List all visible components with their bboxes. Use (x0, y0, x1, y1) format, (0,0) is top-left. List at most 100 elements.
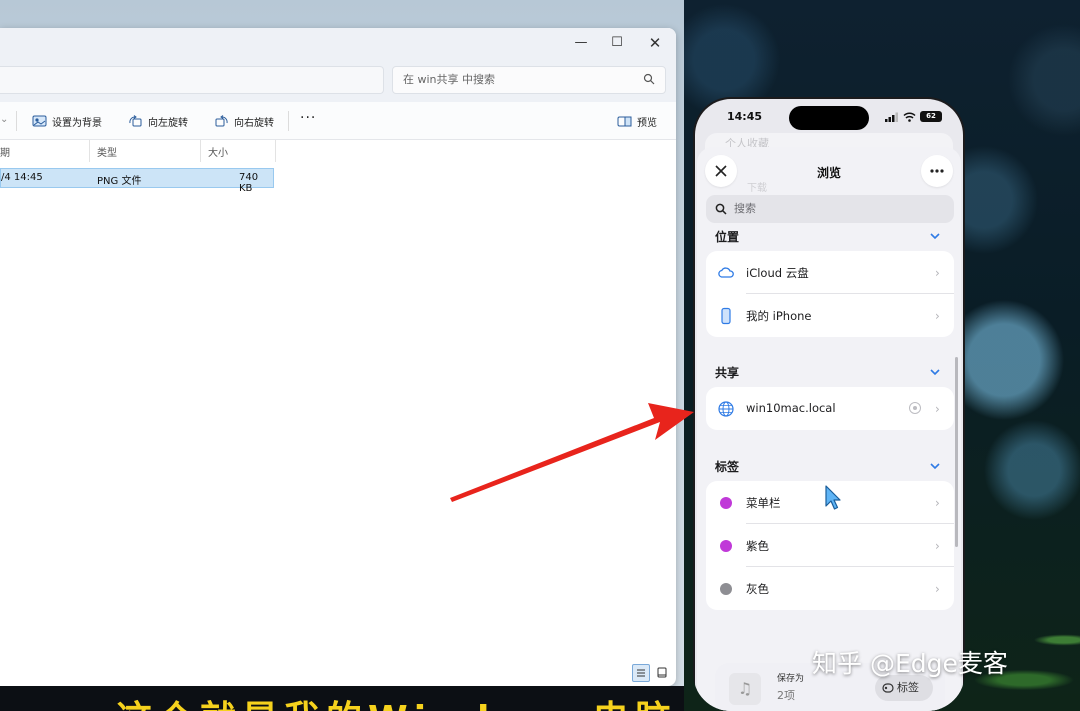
iphone-screen: 14:45 62 个人收藏 下载 浏览 搜索 位置 iCloud 云盘 › 我的… (695, 99, 963, 711)
locations-group: iCloud 云盘 › 我的 iPhone › (706, 251, 954, 337)
tag-icon (882, 683, 894, 693)
disconnect-icon[interactable] (909, 402, 921, 414)
section-title-tags: 标签 (715, 460, 740, 474)
sheet-search-placeholder: 搜索 (734, 202, 756, 215)
chevron-right-icon: › (935, 402, 940, 416)
status-bar: 14:45 62 (695, 99, 963, 135)
tag-color-dot (720, 583, 732, 595)
chevron-down-icon[interactable]: ⌄ (0, 114, 8, 125)
search-icon (643, 73, 655, 85)
preview-pane-icon (617, 116, 632, 126)
mouse-cursor-icon (825, 485, 841, 510)
location-item-my-iphone[interactable]: 我的 iPhone › (706, 294, 954, 337)
chevron-down-icon[interactable] (929, 461, 941, 471)
rotate-left-label: 向左旋转 (148, 117, 188, 129)
file-row-selected[interactable]: /4 14:45 PNG 文件 740 KB (0, 168, 274, 194)
shared-item-win10mac[interactable]: win10mac.local › (706, 387, 954, 430)
address-row: 在 win共享 中搜索 (0, 60, 676, 102)
column-divider[interactable] (89, 140, 90, 162)
sheet-more-button[interactable] (921, 155, 953, 187)
rotate-left-icon (129, 114, 142, 126)
set-as-background-button[interactable]: 设置为背景 (32, 112, 102, 130)
cloud-icon (718, 267, 734, 278)
file-size-cell: 740 KB (239, 172, 259, 194)
chevron-right-icon: › (935, 496, 940, 510)
explorer-titlebar: — ☐ ✕ (0, 28, 676, 60)
toolbar-divider (16, 111, 17, 131)
section-title-locations: 位置 (715, 230, 740, 244)
close-window-button[interactable]: ✕ (638, 32, 672, 54)
chevron-down-icon[interactable] (929, 367, 941, 377)
browse-sheet: 下载 浏览 搜索 位置 iCloud 云盘 › 我的 iPhone › 共享 w… (697, 147, 961, 711)
rotate-right-button[interactable]: 向右旋转 (214, 112, 274, 130)
zhihu-watermark: 知乎 @Edge麦客 (812, 649, 1008, 678)
location-label: 我的 iPhone (746, 309, 812, 323)
chevron-right-icon: › (935, 539, 940, 553)
file-list-header: 期 类型 大小 (0, 140, 276, 162)
maximize-button[interactable]: ☐ (600, 32, 634, 54)
view-switcher (632, 664, 671, 682)
search-icon (715, 203, 727, 215)
file-type-cell: PNG 文件 (97, 176, 142, 187)
video-subtitle: 这个就是我的Windows电脑 (0, 686, 684, 711)
column-header-type[interactable]: 类型 (97, 144, 117, 159)
location-item-icloud[interactable]: iCloud 云盘 › (706, 251, 954, 294)
globe-icon (718, 401, 734, 417)
set-as-background-label: 设置为背景 (52, 117, 102, 129)
shared-group: win10mac.local › (706, 387, 954, 430)
chevron-right-icon: › (935, 266, 940, 280)
ghost-downloads-label: 下载 (747, 183, 767, 194)
signal-icon (885, 112, 898, 122)
file-explorer-window: — ☐ ✕ 在 win共享 中搜索 ⌄ 设置为背景 向左旋转 向右旋转 ··· … (0, 28, 676, 686)
status-time: 14:45 (727, 110, 763, 123)
iphone-icon (721, 307, 731, 325)
save-as-label: 保存为 (777, 674, 805, 684)
chevron-right-icon: › (935, 309, 940, 323)
chevron-right-icon: › (935, 582, 940, 596)
scroll-indicator[interactable] (955, 357, 958, 547)
tag-label: 灰色 (746, 582, 769, 596)
rotate-right-icon (215, 114, 228, 126)
ellipsis-icon (930, 169, 944, 173)
rotate-right-label: 向右旋转 (234, 117, 274, 129)
music-file-thumbnail: ♫ (729, 673, 761, 705)
tiles-view-button[interactable] (653, 664, 671, 682)
dynamic-island (789, 106, 869, 130)
explorer-command-bar: ⌄ 设置为背景 向左旋转 向右旋转 ··· 预览 (0, 102, 676, 140)
column-header-size[interactable]: 大小 (208, 144, 228, 159)
tags-button-label: 标签 (897, 681, 919, 694)
toolbar-divider (288, 111, 289, 131)
sheet-search-field[interactable]: 搜索 (706, 195, 954, 223)
minimize-button[interactable]: — (564, 32, 598, 54)
explorer-search-box[interactable]: 在 win共享 中搜索 (392, 66, 666, 94)
column-divider[interactable] (275, 140, 276, 162)
status-icons: 62 (885, 111, 942, 122)
tag-color-dot (720, 497, 732, 509)
tag-color-dot (720, 540, 732, 552)
shared-label: win10mac.local (746, 401, 836, 415)
chevron-down-icon[interactable] (929, 231, 941, 241)
tag-item[interactable]: 灰色 › (706, 567, 954, 610)
address-bar[interactable] (0, 66, 384, 94)
column-divider[interactable] (200, 140, 201, 162)
tag-label: 菜单栏 (746, 496, 781, 510)
details-view-button[interactable] (632, 664, 650, 682)
iphone-device: 14:45 62 个人收藏 下载 浏览 搜索 位置 iCloud 云盘 › 我的… (693, 97, 965, 711)
section-title-shared: 共享 (715, 366, 740, 380)
preview-pane-button[interactable]: 预览 (617, 112, 657, 130)
list-view-icon (637, 669, 645, 677)
battery-icon: 62 (920, 111, 942, 122)
explorer-search-placeholder: 在 win共享 中搜索 (403, 73, 496, 86)
column-header-date[interactable]: 期 (0, 144, 10, 159)
file-date-cell: /4 14:45 (1, 172, 43, 183)
subtitle-text: 这个就是我的Windows电脑 (116, 690, 677, 711)
wifi-icon (903, 112, 916, 122)
tiles-view-icon (657, 667, 667, 678)
tag-item[interactable]: 紫色 › (706, 524, 954, 567)
preview-pane-label: 预览 (637, 117, 657, 129)
more-options-button[interactable]: ··· (300, 110, 316, 126)
location-label: iCloud 云盘 (746, 266, 809, 280)
tag-label: 紫色 (746, 539, 769, 553)
wallpaper-icon (32, 115, 47, 126)
rotate-left-button[interactable]: 向左旋转 (128, 112, 188, 130)
